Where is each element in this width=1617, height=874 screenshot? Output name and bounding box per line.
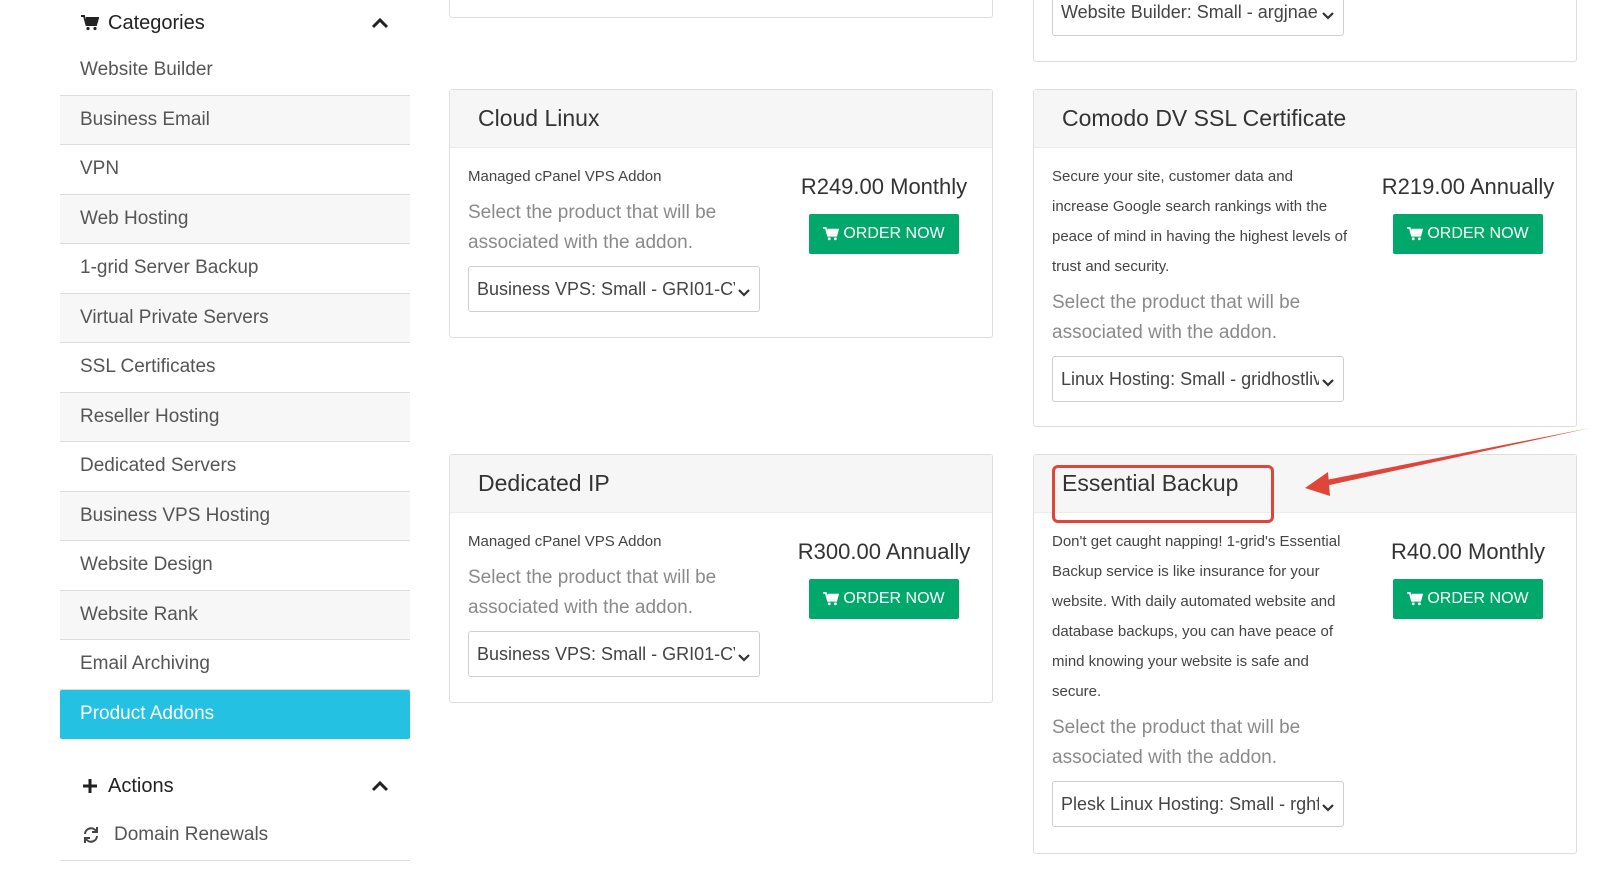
- cart-icon: [80, 13, 100, 33]
- order-now-button[interactable]: ORDER NOW: [1393, 579, 1543, 619]
- plus-icon: [80, 776, 100, 796]
- top-right-product-select[interactable]: Website Builder: Small - argjnaerl: [1052, 0, 1344, 36]
- card-hint: Select the product that will be associat…: [1052, 717, 1301, 768]
- chevron-down-icon: [1321, 373, 1335, 387]
- cart-icon: [823, 592, 840, 606]
- sidebar-item-dedicated-servers[interactable]: Dedicated Servers: [60, 442, 410, 492]
- categories-heading[interactable]: Categories: [60, 0, 410, 46]
- order-now-button[interactable]: ORDER NOW: [809, 214, 959, 254]
- order-now-button[interactable]: ORDER NOW: [1393, 214, 1543, 254]
- card-description: Secure your site, customer data and incr…: [1052, 168, 1348, 275]
- product-select[interactable]: Business VPS: Small - GRI01-CVPS: [468, 266, 760, 312]
- actions-title: Actions: [108, 774, 174, 797]
- cart-icon: [1407, 227, 1424, 241]
- addon-card-dedicated-ip: Dedicated IP Managed cPanel VPS Addon Se…: [449, 454, 993, 703]
- card-price: R219.00 Annually: [1381, 174, 1555, 199]
- action-domain-renewals-label: Domain Renewals: [114, 823, 269, 845]
- sidebar-item-website-builder[interactable]: Website Builder: [60, 46, 410, 96]
- product-select[interactable]: Plesk Linux Hosting: Small - rghfh: [1052, 781, 1344, 827]
- categories-list: Website Builder Business Email VPN Web H…: [60, 46, 410, 739]
- chevron-down-icon: [737, 283, 751, 297]
- card-hint: Select the product that will be associat…: [1052, 292, 1301, 343]
- card-top-right-stub: Website Builder: Small - argjnaerl: [1033, 0, 1577, 62]
- chevron-up-icon[interactable]: [370, 14, 390, 32]
- action-domain-renewals[interactable]: Domain Renewals: [60, 809, 410, 861]
- card-price: R40.00 Monthly: [1390, 539, 1546, 564]
- actions-heading[interactable]: Actions: [60, 763, 410, 809]
- sidebar-item-product-addons[interactable]: Product Addons: [60, 689, 410, 739]
- card-top-left-stub: [449, 0, 993, 18]
- card-title: Cloud Linux: [450, 90, 992, 148]
- chevron-down-icon: [1321, 798, 1335, 812]
- sidebar-item-business-email[interactable]: Business Email: [60, 95, 410, 145]
- card-price: R249.00 Monthly: [800, 174, 968, 199]
- cart-icon: [1407, 592, 1424, 606]
- sidebar-item-website-design[interactable]: Website Design: [60, 541, 410, 591]
- sidebar-item-vpn[interactable]: VPN: [60, 145, 410, 195]
- chevron-down-icon: [1321, 6, 1335, 20]
- card-title: Essential Backup: [1034, 455, 1576, 513]
- sidebar-item-email-archiving[interactable]: Email Archiving: [60, 640, 410, 690]
- card-description: Managed cPanel VPS Addon: [468, 533, 662, 550]
- sidebar-item-virtual-private-servers[interactable]: Virtual Private Servers: [60, 293, 410, 343]
- order-now-button[interactable]: ORDER NOW: [809, 579, 959, 619]
- card-hint: Select the product that will be associat…: [468, 567, 717, 618]
- cart-icon: [823, 227, 840, 241]
- categories-title: Categories: [108, 11, 205, 34]
- sidebar: Categories Website Builder Business Emai…: [60, 0, 410, 861]
- addon-card-cloud-linux: Cloud Linux Managed cPanel VPS Addon Sel…: [449, 89, 993, 338]
- product-select[interactable]: Business VPS: Small - GRI01-CVPS: [468, 631, 760, 677]
- product-select[interactable]: Linux Hosting: Small - gridhostlive: [1052, 356, 1344, 402]
- addon-card-comodo-ssl: Comodo DV SSL Certificate Secure your si…: [1033, 89, 1577, 427]
- sidebar-item-web-hosting[interactable]: Web Hosting: [60, 194, 410, 244]
- sidebar-item-server-backup[interactable]: 1-grid Server Backup: [60, 244, 410, 294]
- card-price: R300.00 Annually: [797, 539, 971, 564]
- sidebar-item-ssl-certificates[interactable]: SSL Certificates: [60, 343, 410, 393]
- sidebar-item-website-rank[interactable]: Website Rank: [60, 590, 410, 640]
- card-hint: Select the product that will be associat…: [468, 202, 717, 253]
- refresh-icon: [80, 824, 102, 846]
- card-title: Comodo DV SSL Certificate: [1034, 90, 1576, 148]
- card-title: Dedicated IP: [450, 455, 992, 513]
- sidebar-item-business-vps-hosting[interactable]: Business VPS Hosting: [60, 491, 410, 541]
- card-description: Don't get caught napping! 1-grid's Essen…: [1052, 533, 1341, 700]
- sidebar-item-reseller-hosting[interactable]: Reseller Hosting: [60, 392, 410, 442]
- card-description: Managed cPanel VPS Addon: [468, 168, 662, 185]
- chevron-up-icon[interactable]: [370, 777, 390, 795]
- addon-card-essential-backup: Essential Backup Don't get caught nappin…: [1033, 454, 1577, 854]
- chevron-down-icon: [737, 648, 751, 662]
